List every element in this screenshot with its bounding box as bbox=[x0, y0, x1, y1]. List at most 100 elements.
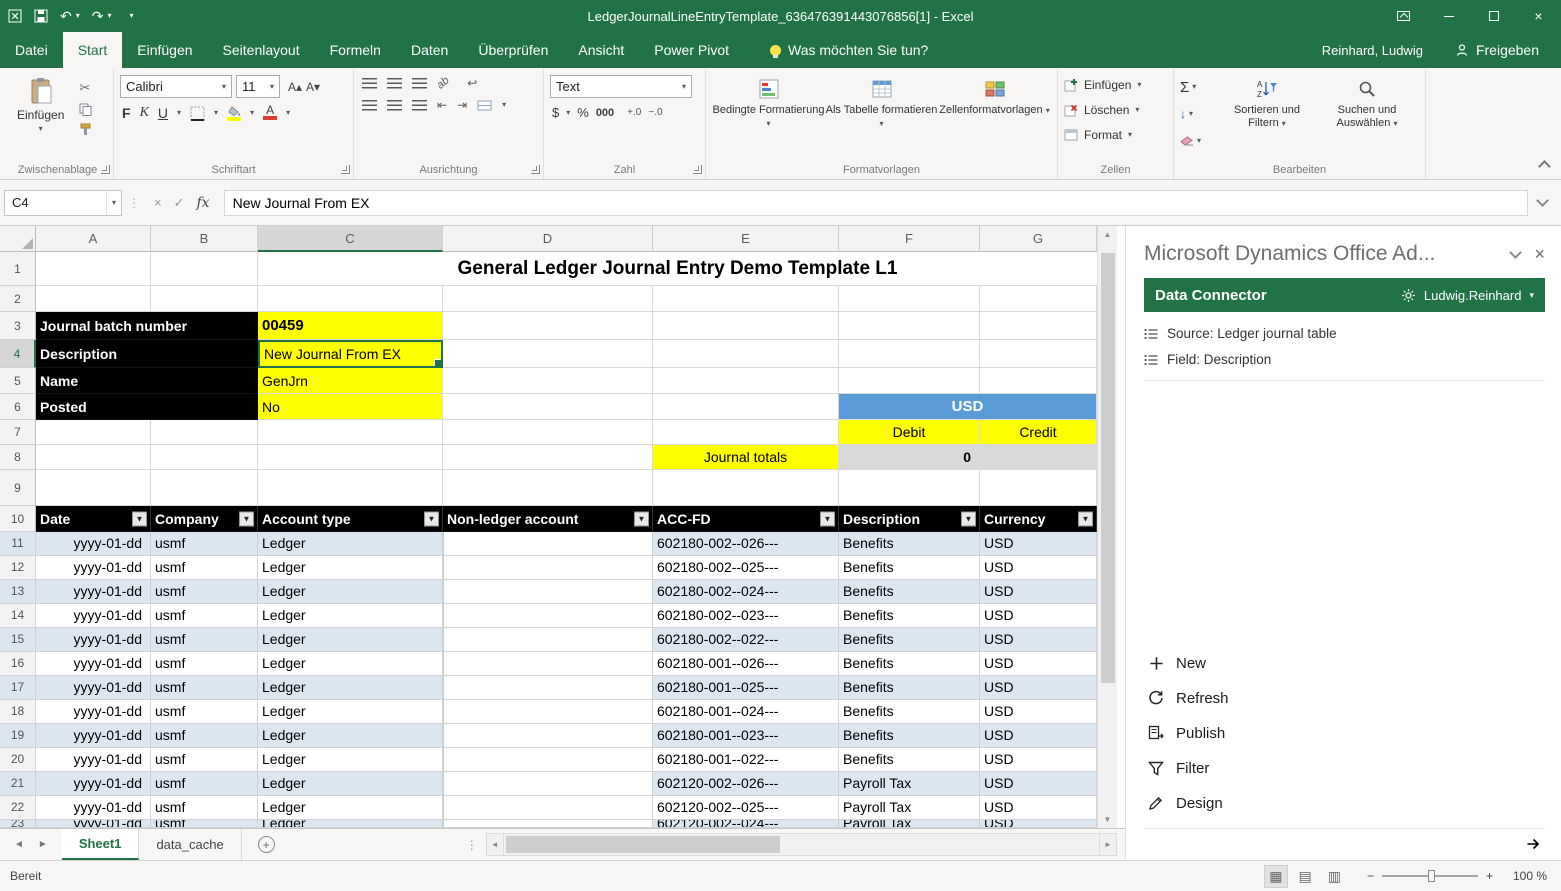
cell-account-type[interactable]: Ledger bbox=[258, 748, 443, 772]
cell-date[interactable]: yyyy-01-dd bbox=[36, 748, 151, 772]
header-non-ledger[interactable]: Non-ledger account▼ bbox=[443, 506, 653, 532]
cell-D3[interactable] bbox=[443, 312, 653, 340]
cell-non-ledger-account[interactable] bbox=[443, 652, 653, 676]
scroll-up-icon[interactable]: ▲ bbox=[1098, 226, 1117, 243]
cell-description[interactable]: Benefits bbox=[839, 556, 980, 580]
cell-description[interactable]: Payroll Tax bbox=[839, 820, 980, 828]
cell-D8[interactable] bbox=[443, 445, 653, 470]
clear-button[interactable]: ▾ bbox=[1180, 129, 1219, 153]
horizontal-scrollbar-thumb[interactable] bbox=[506, 836, 780, 853]
value-name[interactable]: GenJrn bbox=[258, 368, 443, 394]
cell-E7[interactable] bbox=[653, 420, 839, 445]
ribbon-display-options-button[interactable] bbox=[1381, 0, 1426, 32]
font-color-button[interactable]: A bbox=[263, 106, 277, 120]
cell-description[interactable]: Benefits bbox=[839, 748, 980, 772]
forward-arrow-icon[interactable] bbox=[1526, 838, 1541, 850]
borders-caret-icon[interactable]: ▾ bbox=[214, 109, 218, 117]
cell-A8[interactable] bbox=[36, 445, 151, 470]
cell-acc-fd[interactable]: 602180-002--024--- bbox=[653, 580, 839, 604]
merge-center-icon[interactable] bbox=[477, 100, 492, 111]
label-journal-batch-number[interactable]: Journal batch number bbox=[36, 312, 258, 340]
column-header[interactable]: A bbox=[36, 226, 151, 252]
cell-description[interactable]: Benefits bbox=[839, 580, 980, 604]
paste-button[interactable]: Einfügen ▾ bbox=[8, 72, 73, 138]
header-description[interactable]: Description▼ bbox=[839, 506, 980, 532]
cell-description[interactable]: Benefits bbox=[839, 700, 980, 724]
cell-B2[interactable] bbox=[151, 286, 258, 312]
connector-user-caret-icon[interactable]: ▾ bbox=[1529, 290, 1534, 301]
customize-qat-icon[interactable]: ▾ bbox=[130, 12, 134, 20]
cell-account-type[interactable]: Ledger bbox=[258, 820, 443, 828]
row-header[interactable]: 11 bbox=[0, 532, 36, 556]
row-header[interactable]: 22 bbox=[0, 796, 36, 820]
comma-style-button[interactable]: 000 bbox=[596, 107, 614, 119]
scroll-right-icon[interactable]: ► bbox=[1099, 833, 1117, 856]
label-name[interactable]: Name bbox=[36, 368, 258, 394]
collapse-ribbon-icon[interactable] bbox=[1538, 160, 1551, 173]
vertical-scrollbar[interactable]: ▲ ▼ bbox=[1097, 226, 1117, 828]
shrink-font-icon[interactable]: A▾ bbox=[306, 80, 320, 94]
name-box-caret-icon[interactable]: ▾ bbox=[106, 191, 121, 215]
cell-date[interactable]: yyyy-01-dd bbox=[36, 700, 151, 724]
cell-company[interactable]: usmf bbox=[151, 820, 258, 828]
cell-F9[interactable] bbox=[839, 470, 980, 506]
decrease-decimal-icon[interactable]: −.0 bbox=[648, 107, 662, 118]
pane-chevron-down-icon[interactable] bbox=[1510, 246, 1523, 259]
decrease-indent-icon[interactable]: ⇤ bbox=[437, 98, 447, 112]
row-header-9[interactable]: 9 bbox=[0, 470, 36, 506]
cell-acc-fd[interactable]: 602180-001--024--- bbox=[653, 700, 839, 724]
ribbon-tab[interactable]: Formeln bbox=[315, 32, 396, 68]
selected-cell-C4[interactable]: New Journal From EX bbox=[258, 340, 443, 368]
cell-company[interactable]: usmf bbox=[151, 556, 258, 580]
undo-icon[interactable]: ↶ bbox=[60, 9, 72, 23]
row-header-4[interactable]: 4 bbox=[0, 340, 36, 368]
accounting-caret-icon[interactable]: ▾ bbox=[566, 109, 570, 117]
row-header-7[interactable]: 7 bbox=[0, 420, 36, 445]
cell-currency[interactable]: USD bbox=[980, 532, 1097, 556]
cell-account-type[interactable]: Ledger bbox=[258, 772, 443, 796]
cell-description[interactable]: Payroll Tax bbox=[839, 772, 980, 796]
ribbon-tab[interactable]: Start bbox=[63, 32, 123, 68]
cell-D6[interactable] bbox=[443, 394, 653, 420]
name-box[interactable]: C4 ▾ bbox=[4, 190, 122, 216]
cell-account-type[interactable]: Ledger bbox=[258, 580, 443, 604]
cell-account-type[interactable]: Ledger bbox=[258, 604, 443, 628]
cell-G2[interactable] bbox=[980, 286, 1097, 312]
label-posted[interactable]: Posted bbox=[36, 394, 258, 420]
cut-icon[interactable]: ✂ bbox=[79, 80, 92, 96]
cell-account-type[interactable]: Ledger bbox=[258, 532, 443, 556]
cell-non-ledger-account[interactable] bbox=[443, 628, 653, 652]
cell-acc-fd[interactable]: 602180-002--026--- bbox=[653, 532, 839, 556]
sort-filter-button[interactable]: AZ Sortieren und Filtern ▾ bbox=[1219, 72, 1315, 159]
cell-E4[interactable] bbox=[653, 340, 839, 368]
row-header-1[interactable]: 1 bbox=[0, 252, 36, 286]
sheet-title-cell[interactable]: General Ledger Journal Entry Demo Templa… bbox=[258, 252, 1097, 286]
redo-caret-icon[interactable]: ▾ bbox=[107, 12, 111, 20]
row-header[interactable]: 19 bbox=[0, 724, 36, 748]
row-header[interactable]: 18 bbox=[0, 700, 36, 724]
ribbon-tab[interactable]: Power Pivot bbox=[639, 32, 744, 68]
close-button[interactable]: × bbox=[1516, 0, 1561, 32]
cell-G3[interactable] bbox=[980, 312, 1097, 340]
cell-non-ledger-account[interactable] bbox=[443, 532, 653, 556]
row-header-8[interactable]: 8 bbox=[0, 445, 36, 470]
filter-dropdown-icon[interactable]: ▼ bbox=[424, 511, 439, 526]
page-layout-view-icon[interactable]: ▤ bbox=[1295, 866, 1316, 887]
cell-account-type[interactable]: Ledger bbox=[258, 676, 443, 700]
ribbon-tab[interactable]: Seitenlayout bbox=[208, 32, 315, 68]
cell-acc-fd[interactable]: 602120-002--026--- bbox=[653, 772, 839, 796]
cell-currency[interactable]: USD bbox=[980, 604, 1097, 628]
row-header-2[interactable]: 2 bbox=[0, 286, 36, 312]
cell-account-type[interactable]: Ledger bbox=[258, 700, 443, 724]
filter-dropdown-icon[interactable]: ▼ bbox=[634, 511, 649, 526]
cell-currency[interactable]: USD bbox=[980, 556, 1097, 580]
cell-company[interactable]: usmf bbox=[151, 628, 258, 652]
filter-dropdown-icon[interactable]: ▼ bbox=[1078, 511, 1093, 526]
row-header[interactable]: 12 bbox=[0, 556, 36, 580]
cell-company[interactable]: usmf bbox=[151, 604, 258, 628]
cell-acc-fd[interactable]: 602120-002--024--- bbox=[653, 820, 839, 828]
font-dialog-launcher-icon[interactable] bbox=[341, 165, 350, 174]
ribbon-tab[interactable]: Datei bbox=[0, 32, 63, 68]
cell-non-ledger-account[interactable] bbox=[443, 556, 653, 580]
cell-company[interactable]: usmf bbox=[151, 652, 258, 676]
